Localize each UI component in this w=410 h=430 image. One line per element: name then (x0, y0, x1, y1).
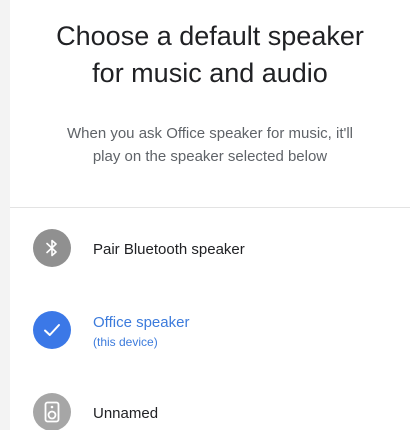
dialog-title: Choose a default speaker for music and a… (10, 18, 410, 92)
speaker-icon (33, 393, 71, 430)
speaker-option-unnamed[interactable]: Unnamed (10, 382, 410, 430)
speaker-option-sublabel: (this device) (93, 335, 158, 349)
checkmark-icon (33, 311, 71, 349)
speaker-option-label: Pair Bluetooth speaker (93, 241, 245, 258)
speaker-selection-dialog: Choose a default speaker for music and a… (10, 0, 410, 430)
dialog-title-line-1: Choose a default speaker (56, 21, 364, 51)
dialog-description-line-1: When you ask Office speaker for music, i… (66, 125, 354, 142)
speaker-option-office-speaker[interactable]: Office speaker (this device) (10, 300, 410, 364)
bluetooth-icon (33, 229, 71, 267)
speaker-option-label: Office speaker (93, 314, 190, 331)
speaker-option-pair-bluetooth[interactable]: Pair Bluetooth speaker (10, 216, 410, 280)
dialog-description-line-2: play on the speaker selected below (92, 148, 328, 165)
dialog-title-line-2: for music and audio (92, 58, 328, 88)
speaker-option-label: Unnamed (93, 405, 159, 422)
divider (10, 207, 410, 208)
dialog-description: When you ask Office speaker for music, i… (28, 122, 392, 168)
